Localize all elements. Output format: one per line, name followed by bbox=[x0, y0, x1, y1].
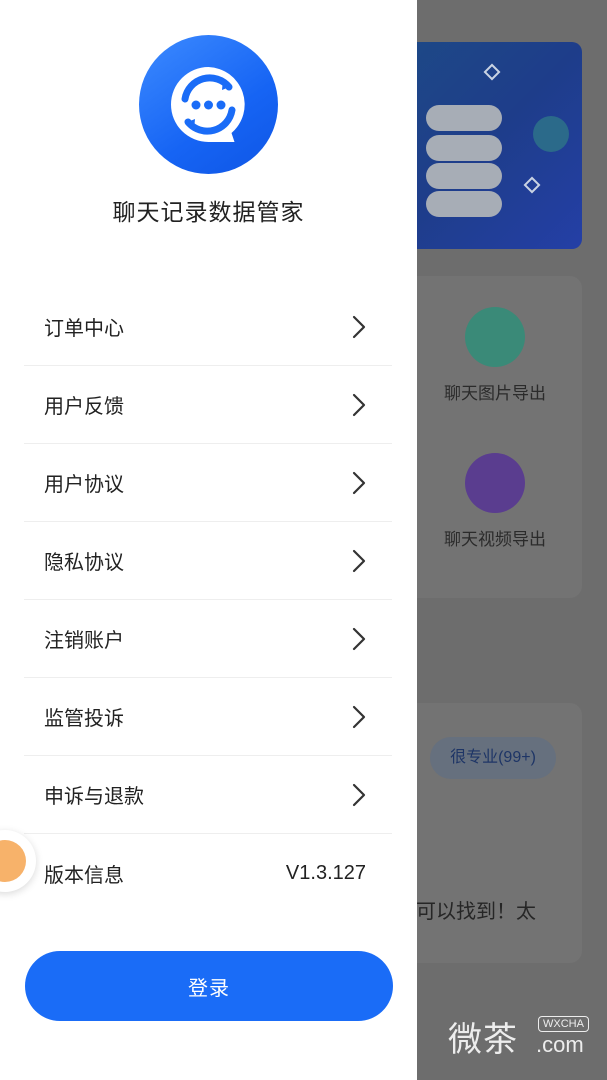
watermark-tag: WXCHA bbox=[538, 1016, 589, 1032]
menu-item-label: 注销账户 bbox=[44, 630, 124, 652]
menu-item-label: 订单中心 bbox=[44, 318, 124, 340]
menu-item-user-agreement[interactable]: 用户协议 bbox=[24, 444, 392, 522]
menu-item-label: 用户协议 bbox=[44, 474, 124, 496]
video-icon bbox=[465, 453, 525, 513]
chevron-right-icon bbox=[352, 783, 366, 806]
review-tag: 很专业(99+) bbox=[430, 737, 556, 779]
drawer-menu: 订单中心 用户反馈 用户协议 隐私协议 注销账户 监管投诉 申诉与退款 版本信息… bbox=[24, 288, 392, 912]
tool-image-export-label: 聊天图片导出 bbox=[444, 384, 546, 403]
chevron-right-icon bbox=[352, 705, 366, 728]
banner-stack-shape bbox=[426, 191, 502, 217]
menu-item-delete-account[interactable]: 注销账户 bbox=[24, 600, 392, 678]
version-label: 版本信息 bbox=[44, 864, 124, 887]
menu-item-regulatory-complaint[interactable]: 监管投诉 bbox=[24, 678, 392, 756]
chat-bubble-sync-icon bbox=[171, 67, 245, 142]
app-logo bbox=[139, 35, 278, 174]
watermark: 微茶 WXCHA .com bbox=[448, 1012, 589, 1061]
banner-stack-shape bbox=[426, 105, 502, 131]
tool-video-export: 聊天视频导出 bbox=[420, 453, 570, 550]
app-name: 聊天记录数据管家 bbox=[112, 199, 305, 225]
banner-diamond-shape bbox=[523, 176, 541, 194]
chevron-right-icon bbox=[352, 549, 366, 572]
review-text: 可以找到！太 bbox=[416, 901, 536, 923]
tool-video-export-label: 聊天视频导出 bbox=[444, 530, 546, 549]
menu-item-order-center[interactable]: 订单中心 bbox=[24, 288, 392, 366]
login-button[interactable]: 登录 bbox=[25, 951, 393, 1021]
chevron-right-icon bbox=[352, 393, 366, 416]
banner-circle-shape bbox=[533, 116, 569, 152]
menu-item-label: 隐私协议 bbox=[44, 552, 124, 574]
menu-item-version-info: 版本信息 V1.3.127 bbox=[24, 834, 392, 912]
banner-diamond-shape bbox=[483, 63, 501, 81]
menu-item-privacy-policy[interactable]: 隐私协议 bbox=[24, 522, 392, 600]
menu-item-label: 用户反馈 bbox=[44, 396, 124, 418]
tool-image-export: 聊天图片导出 bbox=[420, 307, 570, 404]
menu-item-label: 申诉与退款 bbox=[44, 786, 144, 808]
chevron-right-icon bbox=[352, 471, 366, 494]
floating-bubble-icon bbox=[0, 840, 26, 882]
watermark-text: 微茶 bbox=[448, 1021, 518, 1059]
side-drawer: 聊天记录数据管家 订单中心 用户反馈 用户协议 隐私协议 注销账户 监管投诉 申… bbox=[0, 0, 417, 1080]
menu-item-label: 监管投诉 bbox=[44, 708, 124, 730]
banner-stack-shape bbox=[426, 163, 502, 189]
menu-item-appeal-refund[interactable]: 申诉与退款 bbox=[24, 756, 392, 834]
chevron-right-icon bbox=[352, 627, 366, 650]
chevron-right-icon bbox=[352, 315, 366, 338]
banner-stack-shape bbox=[426, 135, 502, 161]
image-icon bbox=[465, 307, 525, 367]
menu-item-user-feedback[interactable]: 用户反馈 bbox=[24, 366, 392, 444]
version-value: V1.3.127 bbox=[285, 861, 366, 884]
watermark-domain: .com bbox=[536, 1032, 584, 1057]
